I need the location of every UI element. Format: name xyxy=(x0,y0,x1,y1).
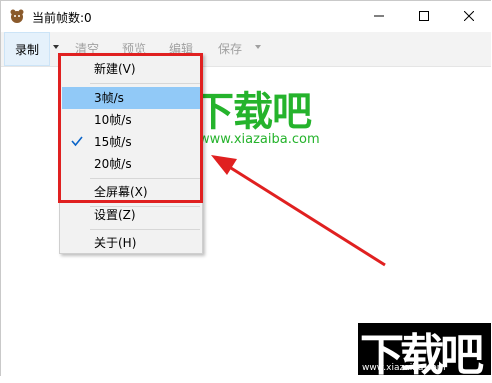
app-window: 当前帧数:0 录制 清空 预览 编辑 保存 下载吧 www.xiazaiba.c… xyxy=(0,0,491,381)
corner-logo-url: www.xiazaiba.com xyxy=(362,363,446,373)
corner-logo: 下载吧 www.xiazaiba.com xyxy=(358,323,491,381)
corner-logo-text: 下载吧 xyxy=(360,330,484,381)
